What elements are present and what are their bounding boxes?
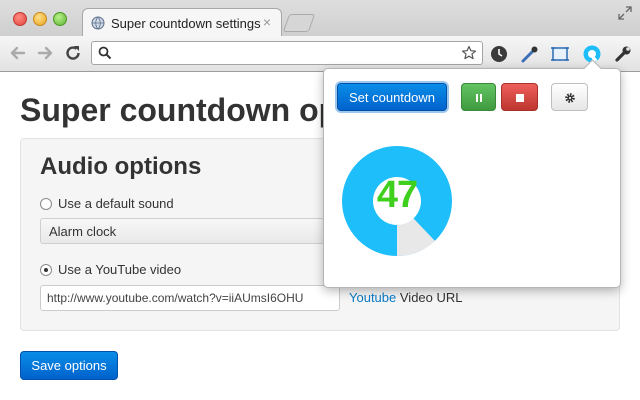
- window-minimize-button[interactable]: [33, 12, 47, 26]
- youtube-url-hint: Youtube Video URL: [349, 290, 463, 305]
- window-zoom-button[interactable]: [53, 12, 67, 26]
- youtube-video-radio[interactable]: [40, 264, 52, 276]
- pause-button[interactable]: [461, 83, 496, 111]
- countdown-timer: 47: [342, 146, 458, 262]
- address-bar[interactable]: [91, 41, 483, 65]
- youtube-link[interactable]: Youtube: [349, 290, 396, 305]
- default-sound-label: Use a default sound: [58, 196, 174, 211]
- forward-arrow-icon[interactable]: [35, 43, 55, 63]
- stop-button[interactable]: [501, 83, 538, 111]
- save-options-button[interactable]: Save options: [20, 351, 118, 380]
- default-sound-select[interactable]: Alarm clock: [40, 218, 324, 244]
- video-url-text: Video URL: [399, 290, 463, 305]
- search-icon: [98, 46, 112, 60]
- tab-close-icon[interactable]: ×: [263, 14, 271, 30]
- clock-icon[interactable]: [489, 44, 509, 64]
- tab-title: Super countdown settings: [111, 16, 261, 31]
- window-close-button[interactable]: [13, 12, 27, 26]
- youtube-url-input[interactable]: [40, 285, 340, 311]
- wrench-icon[interactable]: [613, 44, 633, 64]
- countdown-number: 47: [376, 174, 418, 216]
- screen-capture-icon[interactable]: [550, 44, 570, 64]
- settings-button[interactable]: [551, 83, 588, 111]
- countdown-popup: Set countdown 47: [323, 59, 621, 288]
- stop-icon: [515, 94, 524, 103]
- browser-toolbar: [0, 36, 640, 72]
- star-icon[interactable]: [461, 45, 477, 61]
- eyedropper-icon[interactable]: [520, 44, 540, 64]
- new-tab-button[interactable]: [282, 14, 316, 32]
- browser-tab[interactable]: Super countdown settings ×: [82, 8, 282, 37]
- reload-icon[interactable]: [63, 43, 83, 63]
- gear-icon: [564, 93, 575, 103]
- back-arrow-icon[interactable]: [8, 43, 28, 63]
- youtube-video-label: Use a YouTube video: [58, 262, 182, 277]
- pause-icon: [475, 90, 483, 105]
- section-title: Audio options: [40, 153, 202, 180]
- default-sound-radio[interactable]: [40, 198, 52, 210]
- fullscreen-icon[interactable]: [618, 6, 632, 20]
- title-bar: Super countdown settings ×: [0, 0, 640, 37]
- globe-icon: [91, 16, 105, 30]
- set-countdown-button[interactable]: Set countdown: [337, 83, 447, 111]
